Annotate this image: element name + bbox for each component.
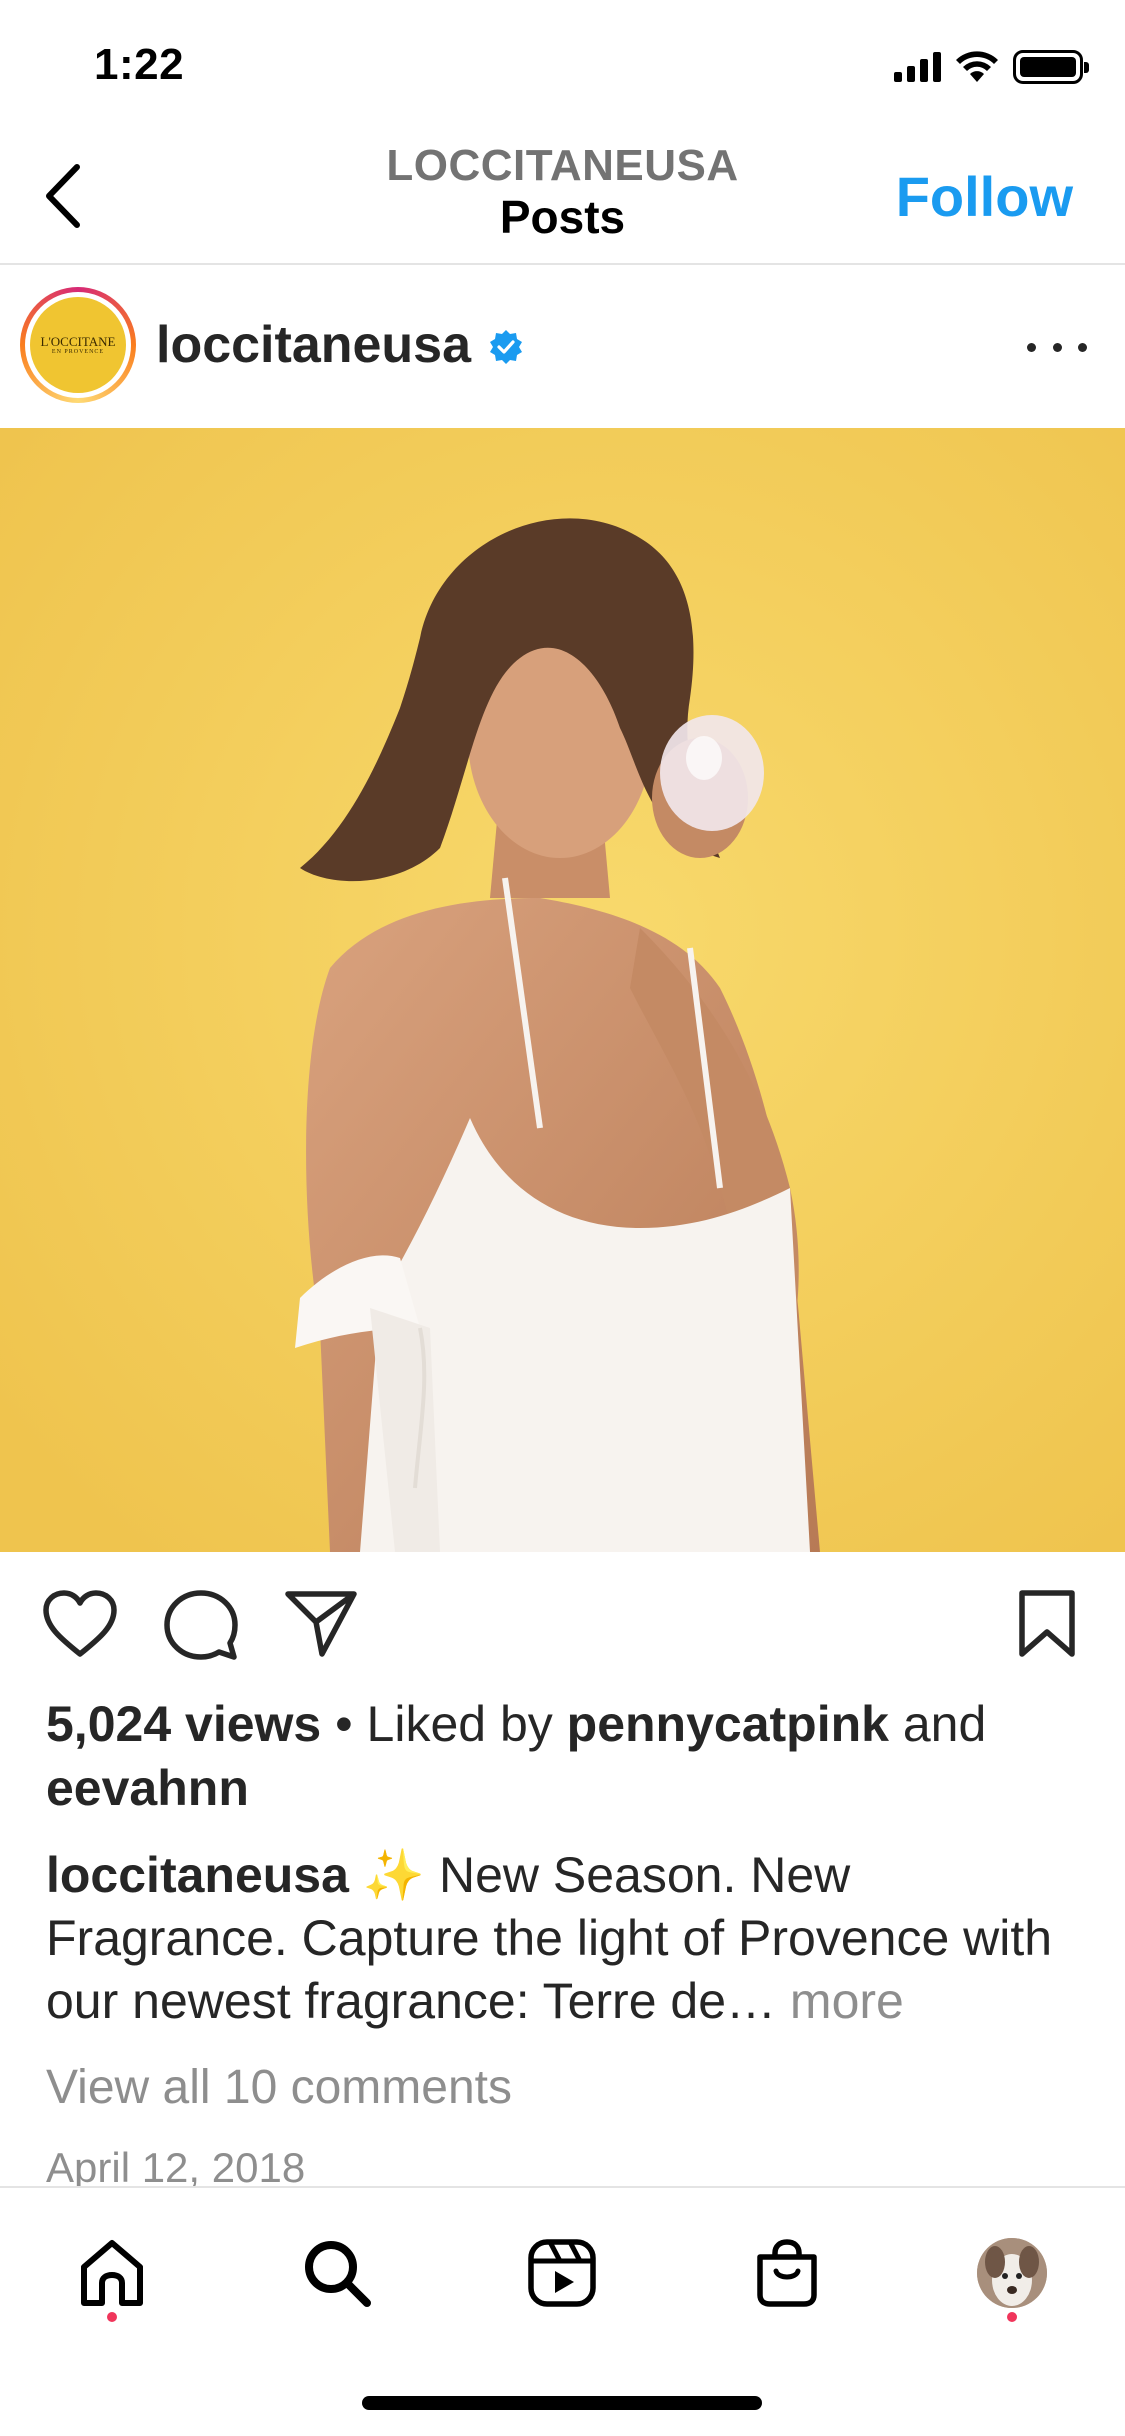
heart-icon[interactable] <box>40 1588 120 1660</box>
home-icon <box>81 2240 143 2306</box>
liked-by-other[interactable]: eevahnn <box>46 1760 249 1816</box>
post-media[interactable] <box>0 428 1125 1552</box>
comment-bubble-icon[interactable] <box>164 1588 238 1662</box>
profile-notification-dot <box>1007 2312 1017 2322</box>
bookmark-icon[interactable] <box>1016 1588 1078 1660</box>
post-header: L'OCCITANE EN PROVENCE loccitaneusa <box>0 267 1125 427</box>
wifi-icon <box>956 51 998 82</box>
tab-shop[interactable] <box>742 2228 832 2318</box>
post-caption: loccitaneusa ✨ New Season. New Fragrance… <box>46 1844 1086 2033</box>
caption-username[interactable]: loccitaneusa <box>46 1847 349 1903</box>
stats-separator: • <box>321 1696 367 1752</box>
sparkles-emoji: ✨ <box>362 1847 426 1903</box>
brand-logo-subtext: EN PROVENCE <box>51 349 105 355</box>
more-options-button[interactable] <box>1027 327 1087 367</box>
views-count: 5,024 views <box>46 1696 322 1752</box>
cellular-signal-icon <box>894 52 941 82</box>
tab-search[interactable] <box>292 2228 382 2318</box>
post-actions <box>0 1580 1125 1670</box>
status-time: 1:22 <box>94 40 185 89</box>
liked-by-joiner: and <box>888 1696 987 1752</box>
tab-home[interactable] <box>67 2228 157 2318</box>
liked-by-user[interactable]: pennycatpink <box>567 1696 889 1752</box>
view-comments-link[interactable]: View all 10 comments <box>46 2058 512 2118</box>
reels-icon <box>528 2239 596 2307</box>
shopping-bag-icon <box>757 2239 817 2307</box>
search-icon <box>305 2241 371 2307</box>
liked-by-prefix: Liked by <box>366 1696 567 1752</box>
post-avatar[interactable]: L'OCCITANE EN PROVENCE <box>20 287 136 403</box>
ellipsis-icon <box>1027 342 1036 352</box>
home-notification-dot <box>107 2312 117 2322</box>
battery-icon <box>1013 50 1089 84</box>
paper-plane-icon[interactable] <box>284 1588 358 1660</box>
status-bar: 1:22 <box>0 0 1125 130</box>
follow-button[interactable]: Follow <box>896 162 1073 232</box>
post-image <box>0 428 1125 1552</box>
profile-avatar <box>977 2238 1047 2308</box>
status-icons <box>894 50 1089 84</box>
post-stats: 5,024 views • Liked by pennycatpink and … <box>46 1692 1086 1820</box>
home-indicator[interactable] <box>362 2396 762 2410</box>
nav-header: LOCCITANEUSA Posts Follow <box>0 130 1125 265</box>
caption-more-link[interactable]: more <box>790 1973 904 2029</box>
tab-profile[interactable] <box>967 2228 1057 2318</box>
verified-badge-icon <box>490 330 522 364</box>
post-username[interactable]: loccitaneusa <box>156 315 471 375</box>
tab-reels[interactable] <box>517 2228 607 2318</box>
brand-logo: L'OCCITANE EN PROVENCE <box>30 297 126 393</box>
brand-logo-text: L'OCCITANE <box>40 334 116 349</box>
